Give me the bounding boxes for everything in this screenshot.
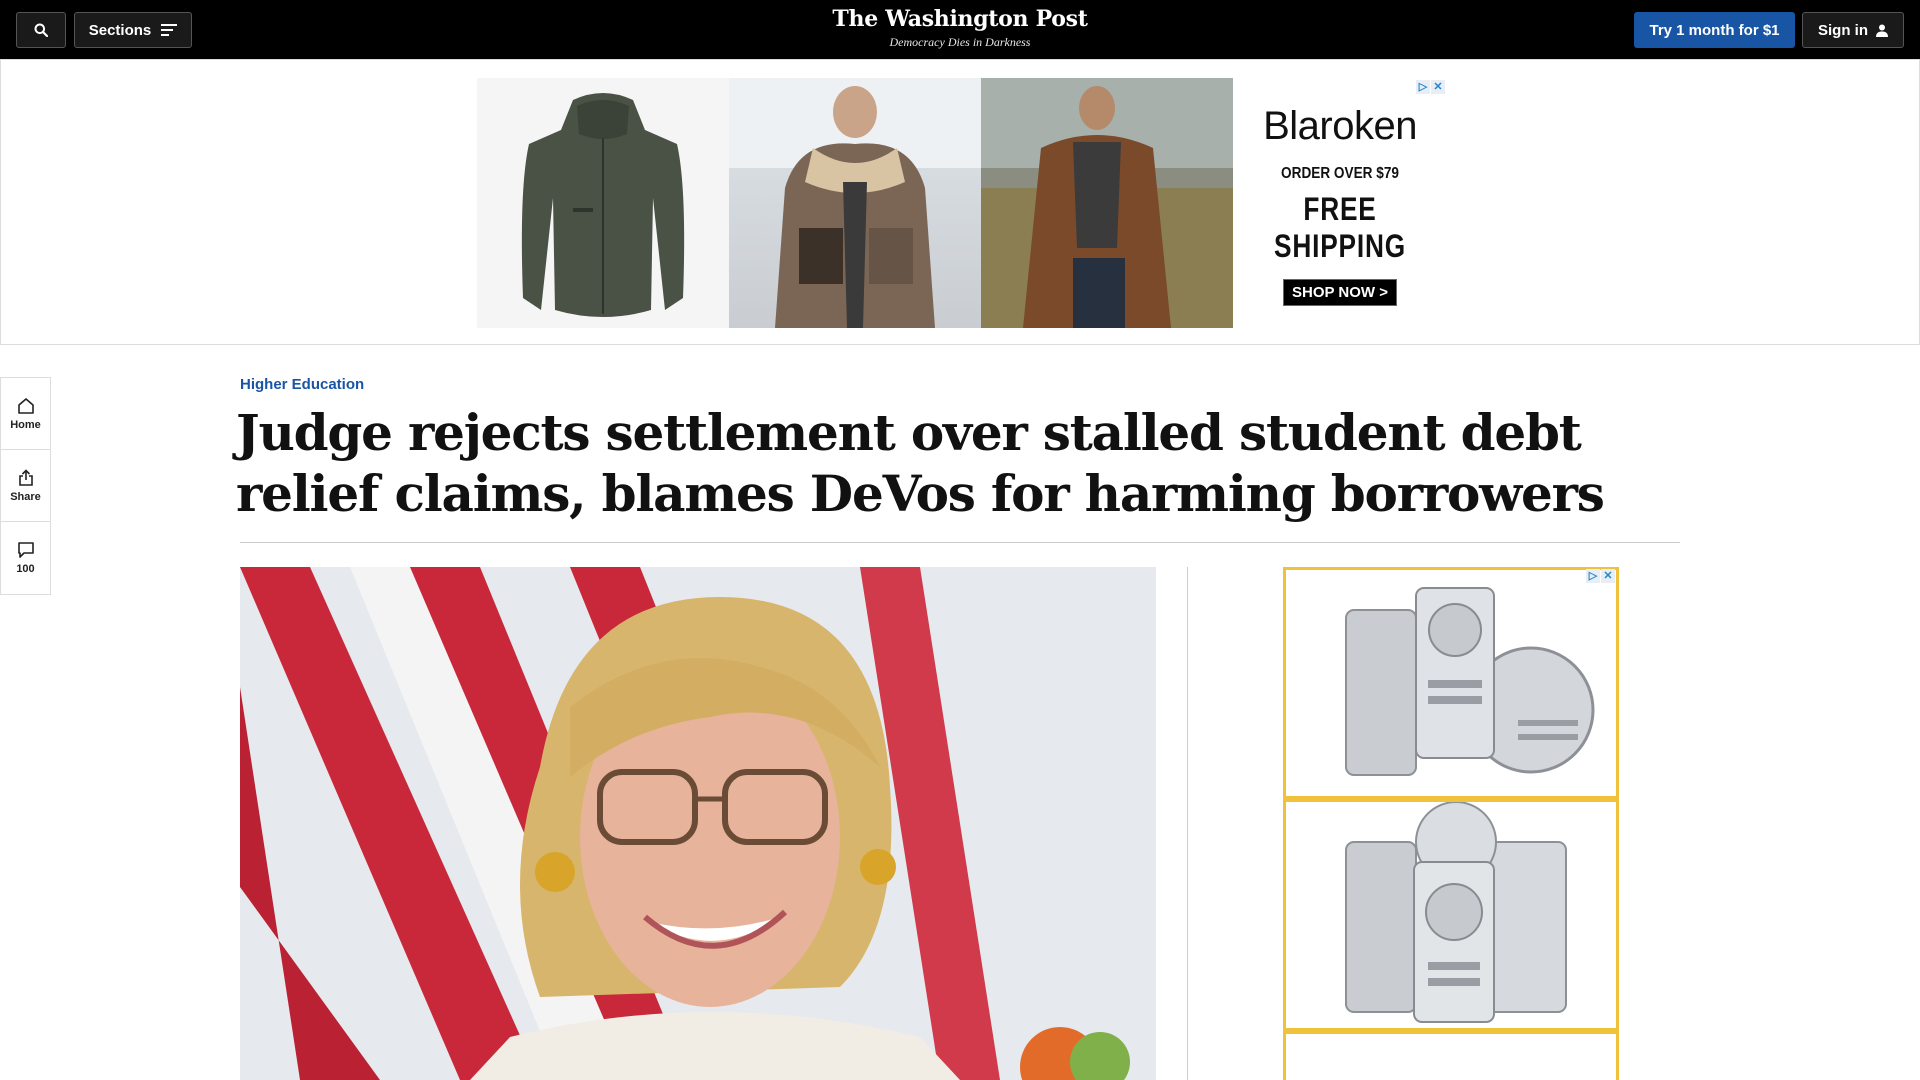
ad-image-brown-coat[interactable] [981, 78, 1233, 328]
headline-divider [240, 542, 1680, 543]
side-adchoices-icon[interactable]: ▷ [1586, 569, 1600, 583]
side-ad-close-icon[interactable]: ✕ [1601, 569, 1615, 583]
article-hero-image[interactable] [240, 567, 1156, 1080]
left-action-rail: Home Share 100 [0, 377, 51, 595]
masthead-logo[interactable]: The Washington Post [810, 6, 1110, 32]
home-icon [17, 397, 34, 414]
sections-label: Sections [88, 21, 152, 39]
comment-icon [17, 542, 34, 558]
share-label: Share [10, 490, 41, 503]
sections-menu-button[interactable]: Sections [74, 12, 192, 48]
side-adchoices-controls[interactable]: ▷ ✕ [1586, 569, 1615, 583]
home-label: Home [10, 418, 41, 431]
top-nav-bar: Sections The Washington Post Democracy D… [0, 0, 1920, 59]
section-kicker-link[interactable]: Higher Education [240, 376, 364, 393]
adchoices-icon[interactable]: ▷ [1416, 80, 1430, 94]
subscribe-button[interactable]: Try 1 month for $1 [1634, 12, 1795, 48]
ad-panel-silver-bars-2[interactable] [1283, 799, 1619, 1031]
column-divider [1187, 567, 1188, 1080]
menu-icon [161, 24, 178, 36]
ad-panel-silver-bars-1[interactable] [1283, 567, 1619, 799]
masthead[interactable]: The Washington Post Democracy Dies in Da… [810, 6, 1110, 50]
user-icon [1876, 24, 1888, 37]
home-button[interactable]: Home [1, 378, 50, 450]
ad-close-icon[interactable]: ✕ [1431, 80, 1445, 94]
sign-in-label: Sign in [1818, 21, 1868, 39]
ad-offer-text: ORDER OVER $79 [1281, 165, 1399, 182]
adchoices-controls[interactable]: ▷ ✕ [1416, 80, 1445, 94]
ad-shop-now-button[interactable]: SHOP NOW > [1283, 279, 1397, 306]
ad-brand-panel[interactable]: Blaroken ORDER OVER $79 FREE SHIPPING SH… [1233, 78, 1447, 328]
share-button[interactable]: Share [1, 450, 50, 522]
ad-free-shipping: FREE SHIPPING [1274, 191, 1406, 264]
comments-count: 100 [16, 563, 35, 575]
ad-panel-silver-bars-3[interactable] [1283, 1031, 1619, 1080]
search-icon [34, 23, 48, 37]
ad-image-shearling-jacket[interactable] [729, 78, 981, 328]
share-icon [18, 468, 33, 486]
top-banner-ad: Blaroken ORDER OVER $79 FREE SHIPPING SH… [0, 59, 1920, 345]
search-button[interactable] [16, 12, 66, 48]
article-headline: Judge rejects settlement over stalled st… [236, 403, 1605, 523]
ad-brand-name: Blaroken [1263, 104, 1417, 148]
right-rail-ad[interactable]: ▷ ✕ [1283, 567, 1619, 1080]
comments-button[interactable]: 100 [1, 522, 50, 594]
ad-creative[interactable]: Blaroken ORDER OVER $79 FREE SHIPPING SH… [477, 78, 1447, 328]
masthead-tagline: Democracy Dies in Darkness [889, 35, 1031, 49]
sign-in-button[interactable]: Sign in [1802, 12, 1904, 48]
ad-image-green-jacket[interactable] [477, 78, 729, 328]
